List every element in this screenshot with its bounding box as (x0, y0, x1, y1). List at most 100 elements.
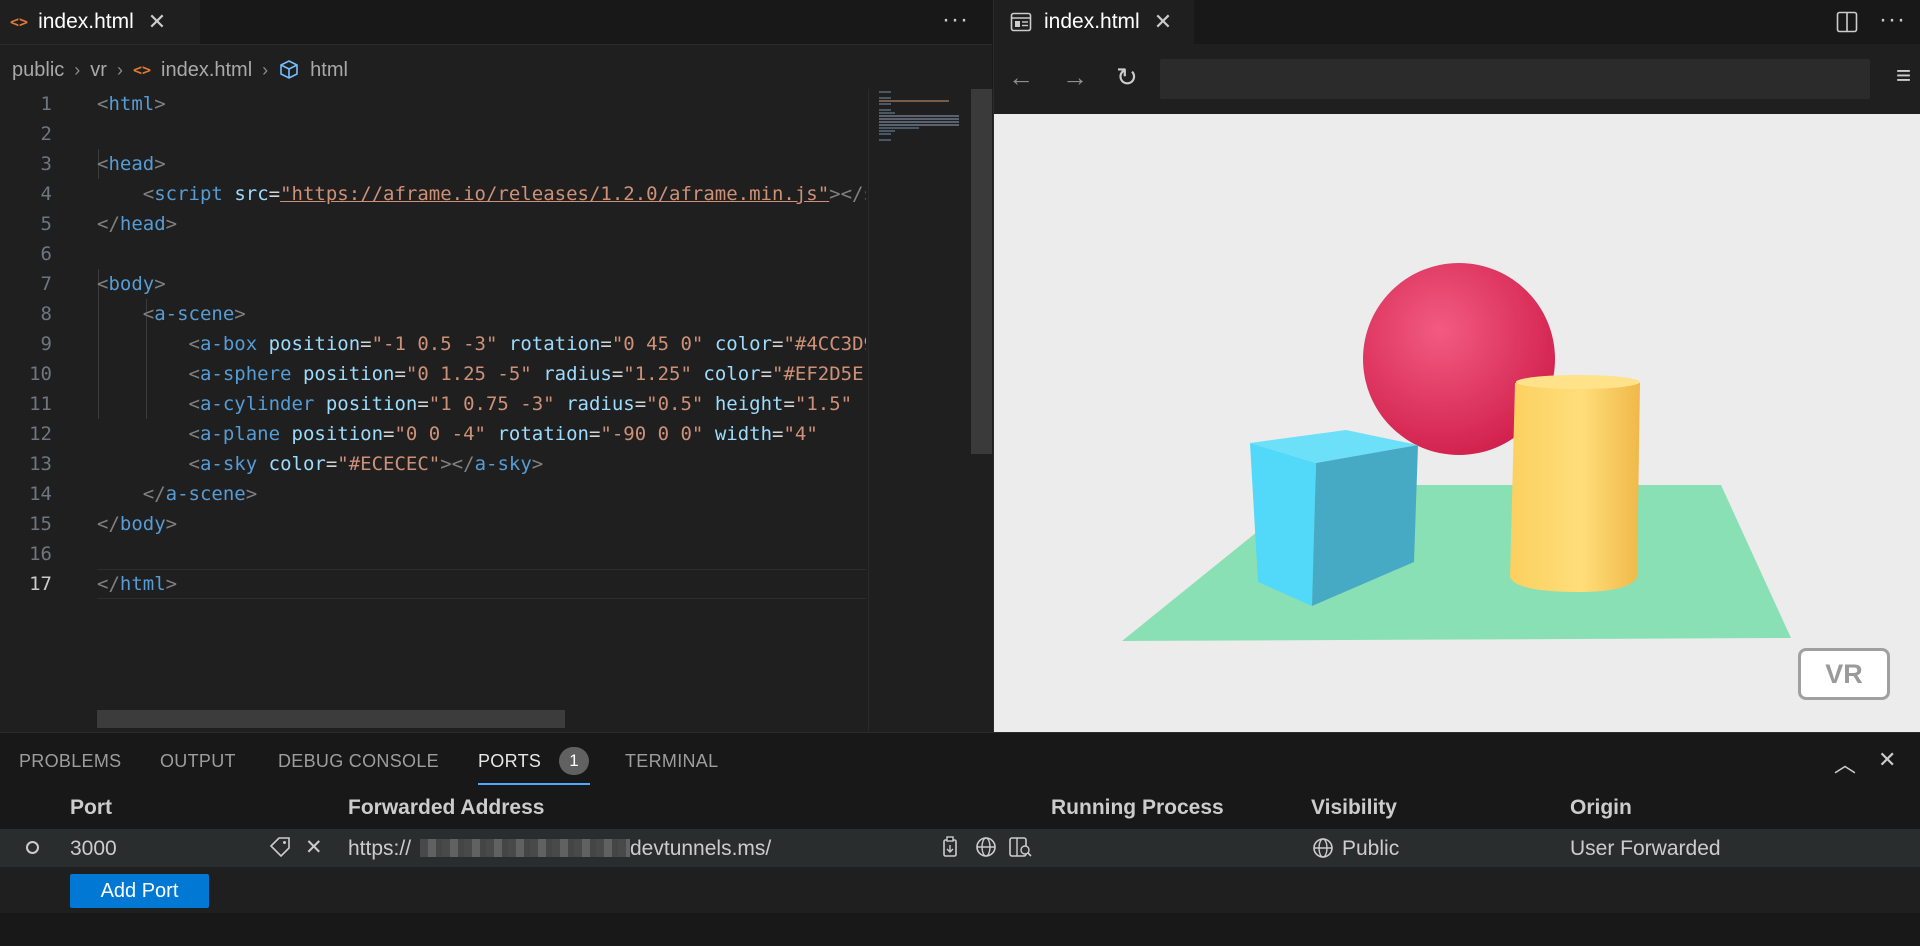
code-line[interactable]: 13 <a-sky color="#ECECEC"></a-sky> (0, 449, 866, 479)
code-text[interactable]: <a-cylinder position="1 0.75 -3" radius=… (97, 389, 866, 419)
close-icon[interactable]: ✕ (148, 9, 166, 35)
tab-ports[interactable]: PORTS (478, 751, 541, 772)
code-text[interactable]: <a-sphere position="0 1.25 -5" radius="1… (97, 359, 866, 389)
reload-icon[interactable]: ↻ (1116, 62, 1138, 93)
breadcrumb-item-file[interactable]: index.html (161, 59, 252, 82)
minimap-line (879, 127, 919, 129)
chevron-up-icon[interactable]: ︿ (1834, 747, 1856, 779)
chevron-right-icon: › (262, 59, 269, 80)
code-line[interactable]: 15 </body> (0, 509, 866, 539)
port-number[interactable]: 3000 (70, 837, 117, 861)
more-actions-icon[interactable]: ··· (942, 6, 969, 34)
port-row[interactable]: 3000 ✕ https:// devtunnels.ms/ Public Us… (0, 829, 1920, 867)
close-icon[interactable]: ✕ (1878, 747, 1896, 773)
tab-problems[interactable]: PROBLEMS (19, 751, 121, 772)
add-port-row: Add Port (0, 867, 1920, 913)
copy-address-icon[interactable] (940, 835, 962, 865)
horizontal-scrollbar[interactable] (97, 710, 565, 728)
aframe-scene-viewport[interactable]: VR (994, 114, 1920, 732)
column-header-origin[interactable]: Origin (1570, 796, 1632, 820)
code-text[interactable]: <head> (97, 149, 866, 179)
redacted-address-segment (420, 839, 630, 857)
code-line[interactable]: 10 <a-sphere position="0 1.25 -5" radius… (0, 359, 866, 389)
forwarded-address-prefix[interactable]: https:// (348, 837, 411, 861)
code-line[interactable]: 14 </a-scene> (0, 479, 866, 509)
code-line[interactable]: 16 (0, 539, 866, 569)
url-input[interactable] (1160, 59, 1870, 99)
line-number: 15 (29, 513, 52, 535)
line-number: 17 (29, 573, 52, 595)
breadcrumb-item-public[interactable]: public (12, 59, 64, 82)
code-line[interactable]: 17 </html> (0, 569, 866, 599)
code-text[interactable]: </a-scene> (97, 479, 866, 509)
code-text[interactable]: <html> (97, 89, 866, 119)
cylinder-top (1516, 375, 1640, 389)
column-header-running-process[interactable]: Running Process (1051, 796, 1224, 820)
minimap-line (879, 118, 959, 120)
chevron-right-icon: › (74, 59, 81, 80)
plane-shape (1122, 485, 1791, 641)
code-line[interactable]: 1 <html> (0, 89, 866, 119)
tab-terminal[interactable]: TERMINAL (625, 751, 718, 772)
tab-output[interactable]: OUTPUT (160, 751, 236, 772)
code-line[interactable]: 4 <script src="https://aframe.io/release… (0, 179, 866, 209)
editor-tab-index-html[interactable]: <> index.html ✕ (0, 0, 200, 44)
cylinder-shape (1510, 378, 1640, 592)
code-text[interactable]: <a-box position="-1 0.5 -3" rotation="0 … (97, 329, 866, 359)
line-number: 11 (29, 393, 52, 415)
arrow-left-icon[interactable]: ← (1008, 62, 1034, 93)
code-line[interactable]: 5 </head> (0, 209, 866, 239)
tab-debug-console[interactable]: DEBUG CONSOLE (278, 751, 439, 772)
line-number: 3 (40, 153, 52, 175)
breadcrumb-item-vr[interactable]: vr (90, 59, 107, 82)
code-line[interactable]: 12 <a-plane position="0 0 -4" rotation="… (0, 419, 866, 449)
code-text[interactable]: <script src="https://aframe.io/releases/… (97, 179, 866, 209)
vr-mode-button[interactable]: VR (1798, 648, 1890, 700)
close-icon[interactable]: ✕ (1154, 9, 1172, 35)
code-text[interactable]: </body> (97, 509, 866, 539)
minimap-line (879, 109, 891, 111)
globe-icon[interactable] (974, 835, 998, 865)
tag-icon[interactable] (268, 835, 292, 863)
close-icon[interactable]: ✕ (305, 835, 323, 860)
code-line[interactable]: 6 (0, 239, 866, 269)
column-header-visibility[interactable]: Visibility (1311, 796, 1397, 820)
line-number: 1 (40, 93, 52, 115)
preview-tab-index-html[interactable]: index.html ✕ (994, 0, 1194, 44)
visibility-value[interactable]: Public (1342, 837, 1399, 861)
line-number: 8 (40, 303, 52, 325)
minimap-line (879, 130, 895, 132)
code-text[interactable]: </head> (97, 209, 866, 239)
vertical-scrollbar[interactable] (971, 89, 992, 454)
code-editor: <> index.html ✕ ··· public › vr › <> ind… (0, 0, 993, 732)
more-actions-icon[interactable]: ··· (1879, 6, 1906, 34)
menu-icon[interactable]: ≡ (1896, 60, 1911, 91)
code-lines[interactable]: 1 <html> 2 3 <head> 4 <script src="https://af… (0, 89, 866, 609)
line-number: 7 (40, 273, 52, 295)
code-line[interactable]: 9 <a-box position="-1 0.5 -3" rotation="… (0, 329, 866, 359)
preview-in-editor-icon[interactable] (1008, 835, 1032, 865)
add-port-button[interactable]: Add Port (70, 874, 209, 908)
line-number: 12 (29, 423, 52, 445)
code-line[interactable]: 11 <a-cylinder position="1 0.75 -3" radi… (0, 389, 866, 419)
column-header-forwarded-address[interactable]: Forwarded Address (348, 796, 544, 820)
code-text[interactable]: <a-scene> (97, 299, 866, 329)
code-line[interactable]: 7 <body> (0, 269, 866, 299)
column-header-port[interactable]: Port (70, 796, 112, 820)
code-text[interactable]: </html> (97, 569, 866, 599)
arrow-right-icon[interactable]: → (1062, 62, 1088, 93)
split-editor-icon[interactable] (1836, 11, 1858, 33)
code-line[interactable]: 8 <a-scene> (0, 299, 866, 329)
minimap-line (879, 112, 895, 114)
code-line[interactable]: 2 (0, 119, 866, 149)
ports-count-badge: 1 (559, 747, 589, 775)
editor-tab-bar: <> index.html ✕ ··· (0, 0, 992, 45)
minimap-line (879, 91, 891, 93)
forwarded-address-suffix[interactable]: devtunnels.ms/ (630, 837, 771, 861)
code-line[interactable]: 3 <head> (0, 149, 866, 179)
line-number: 2 (40, 123, 52, 145)
code-text[interactable]: <a-plane position="0 0 -4" rotation="-90… (97, 419, 866, 449)
code-text[interactable]: <body> (97, 269, 866, 299)
code-text[interactable]: <a-sky color="#ECECEC"></a-sky> (97, 449, 866, 479)
breadcrumb-item-html[interactable]: html (310, 59, 348, 82)
